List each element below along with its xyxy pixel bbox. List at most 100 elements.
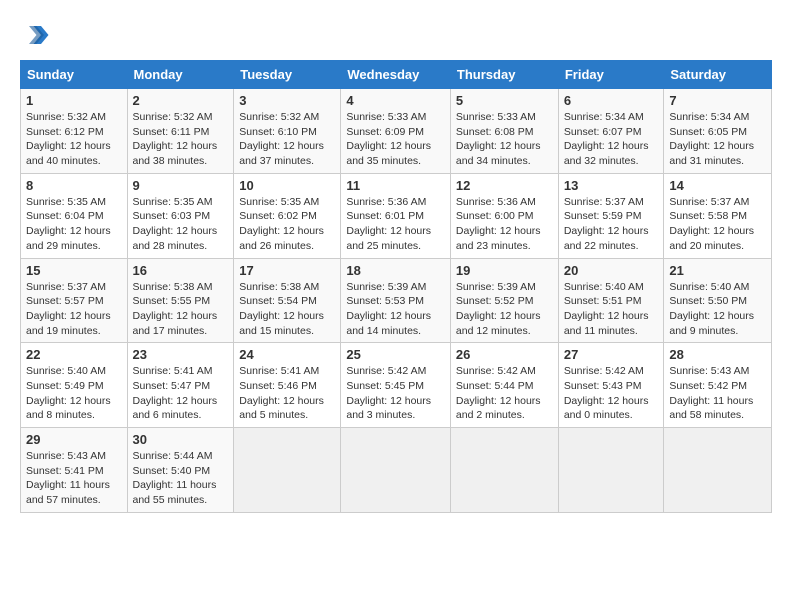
day-info: Sunrise: 5:42 AMSunset: 5:43 PMDaylight:… bbox=[564, 364, 659, 423]
day-info: Sunrise: 5:36 AMSunset: 6:00 PMDaylight:… bbox=[456, 195, 553, 254]
calendar-cell: 16 Sunrise: 5:38 AMSunset: 5:55 PMDayligh… bbox=[127, 258, 234, 343]
calendar-cell bbox=[234, 428, 341, 513]
day-number: 3 bbox=[239, 93, 335, 108]
calendar-cell: 1 Sunrise: 5:32 AMSunset: 6:12 PMDaylight… bbox=[21, 89, 128, 174]
day-number: 1 bbox=[26, 93, 122, 108]
day-info: Sunrise: 5:38 AMSunset: 5:55 PMDaylight:… bbox=[133, 280, 229, 339]
day-info: Sunrise: 5:34 AMSunset: 6:07 PMDaylight:… bbox=[564, 110, 659, 169]
calendar-cell: 13 Sunrise: 5:37 AMSunset: 5:59 PMDayligh… bbox=[558, 173, 664, 258]
day-header-sunday: Sunday bbox=[21, 61, 128, 89]
calendar-table: SundayMondayTuesdayWednesdayThursdayFrid… bbox=[20, 60, 772, 513]
day-number: 14 bbox=[669, 178, 766, 193]
calendar-cell: 11 Sunrise: 5:36 AMSunset: 6:01 PMDayligh… bbox=[341, 173, 451, 258]
day-number: 17 bbox=[239, 263, 335, 278]
calendar-week-row: 22 Sunrise: 5:40 AMSunset: 5:49 PMDayligh… bbox=[21, 343, 772, 428]
calendar-cell: 7 Sunrise: 5:34 AMSunset: 6:05 PMDaylight… bbox=[664, 89, 772, 174]
day-number: 6 bbox=[564, 93, 659, 108]
day-number: 7 bbox=[669, 93, 766, 108]
day-number: 9 bbox=[133, 178, 229, 193]
day-info: Sunrise: 5:33 AMSunset: 6:08 PMDaylight:… bbox=[456, 110, 553, 169]
day-number: 8 bbox=[26, 178, 122, 193]
calendar-cell: 27 Sunrise: 5:42 AMSunset: 5:43 PMDayligh… bbox=[558, 343, 664, 428]
day-info: Sunrise: 5:35 AMSunset: 6:04 PMDaylight:… bbox=[26, 195, 122, 254]
day-info: Sunrise: 5:36 AMSunset: 6:01 PMDaylight:… bbox=[346, 195, 445, 254]
calendar-cell: 22 Sunrise: 5:40 AMSunset: 5:49 PMDayligh… bbox=[21, 343, 128, 428]
calendar-cell: 21 Sunrise: 5:40 AMSunset: 5:50 PMDayligh… bbox=[664, 258, 772, 343]
calendar-cell: 20Sunrise: 5:40 AMSunset: 5:51 PMDayligh… bbox=[558, 258, 664, 343]
day-number: 26 bbox=[456, 347, 553, 362]
day-info: Sunrise: 5:35 AMSunset: 6:03 PMDaylight:… bbox=[133, 195, 229, 254]
calendar-cell: 6 Sunrise: 5:34 AMSunset: 6:07 PMDaylight… bbox=[558, 89, 664, 174]
day-number: 23 bbox=[133, 347, 229, 362]
calendar-cell: 9 Sunrise: 5:35 AMSunset: 6:03 PMDaylight… bbox=[127, 173, 234, 258]
day-number: 29 bbox=[26, 432, 122, 447]
calendar-cell: 25 Sunrise: 5:42 AMSunset: 5:45 PMDayligh… bbox=[341, 343, 451, 428]
day-number: 19 bbox=[456, 263, 553, 278]
day-number: 27 bbox=[564, 347, 659, 362]
day-info: Sunrise: 5:32 AMSunset: 6:10 PMDaylight:… bbox=[239, 110, 335, 169]
day-info: Sunrise: 5:40 AMSunset: 5:49 PMDaylight:… bbox=[26, 364, 122, 423]
day-info: Sunrise: 5:32 AMSunset: 6:11 PMDaylight:… bbox=[133, 110, 229, 169]
day-info: Sunrise: 5:37 AMSunset: 5:59 PMDaylight:… bbox=[564, 195, 659, 254]
day-info: Sunrise: 5:43 AMSunset: 5:41 PMDaylight:… bbox=[26, 449, 122, 508]
day-number: 11 bbox=[346, 178, 445, 193]
day-number: 22 bbox=[26, 347, 122, 362]
calendar-week-row: 29 Sunrise: 5:43 AMSunset: 5:41 PMDayligh… bbox=[21, 428, 772, 513]
day-number: 2 bbox=[133, 93, 229, 108]
calendar-cell: 8 Sunrise: 5:35 AMSunset: 6:04 PMDaylight… bbox=[21, 173, 128, 258]
day-number: 15 bbox=[26, 263, 122, 278]
day-info: Sunrise: 5:34 AMSunset: 6:05 PMDaylight:… bbox=[669, 110, 766, 169]
page-header bbox=[20, 20, 772, 50]
day-info: Sunrise: 5:40 AMSunset: 5:51 PMDaylight:… bbox=[564, 280, 659, 339]
calendar-cell: 19Sunrise: 5:39 AMSunset: 5:52 PMDayligh… bbox=[450, 258, 558, 343]
calendar-week-row: 8 Sunrise: 5:35 AMSunset: 6:04 PMDaylight… bbox=[21, 173, 772, 258]
day-info: Sunrise: 5:35 AMSunset: 6:02 PMDaylight:… bbox=[239, 195, 335, 254]
calendar-cell: 17 Sunrise: 5:38 AMSunset: 5:54 PMDayligh… bbox=[234, 258, 341, 343]
day-number: 4 bbox=[346, 93, 445, 108]
calendar-cell: 30 Sunrise: 5:44 AMSunset: 5:40 PMDayligh… bbox=[127, 428, 234, 513]
day-info: Sunrise: 5:42 AMSunset: 5:44 PMDaylight:… bbox=[456, 364, 553, 423]
day-info: Sunrise: 5:40 AMSunset: 5:50 PMDaylight:… bbox=[669, 280, 766, 339]
day-info: Sunrise: 5:41 AMSunset: 5:47 PMDaylight:… bbox=[133, 364, 229, 423]
calendar-cell: 29 Sunrise: 5:43 AMSunset: 5:41 PMDayligh… bbox=[21, 428, 128, 513]
calendar-week-row: 1 Sunrise: 5:32 AMSunset: 6:12 PMDaylight… bbox=[21, 89, 772, 174]
logo-icon bbox=[20, 20, 50, 50]
calendar-week-row: 15 Sunrise: 5:37 AMSunset: 5:57 PMDayligh… bbox=[21, 258, 772, 343]
calendar-cell: 26 Sunrise: 5:42 AMSunset: 5:44 PMDayligh… bbox=[450, 343, 558, 428]
calendar-cell: 4 Sunrise: 5:33 AMSunset: 6:09 PMDaylight… bbox=[341, 89, 451, 174]
day-header-thursday: Thursday bbox=[450, 61, 558, 89]
calendar-cell: 24 Sunrise: 5:41 AMSunset: 5:46 PMDayligh… bbox=[234, 343, 341, 428]
day-info: Sunrise: 5:37 AMSunset: 5:58 PMDaylight:… bbox=[669, 195, 766, 254]
day-info: Sunrise: 5:33 AMSunset: 6:09 PMDaylight:… bbox=[346, 110, 445, 169]
day-info: Sunrise: 5:37 AMSunset: 5:57 PMDaylight:… bbox=[26, 280, 122, 339]
day-number: 16 bbox=[133, 263, 229, 278]
calendar-cell bbox=[450, 428, 558, 513]
day-number: 25 bbox=[346, 347, 445, 362]
day-number: 28 bbox=[669, 347, 766, 362]
day-info: Sunrise: 5:44 AMSunset: 5:40 PMDaylight:… bbox=[133, 449, 229, 508]
day-info: Sunrise: 5:39 AMSunset: 5:53 PMDaylight:… bbox=[346, 280, 445, 339]
day-number: 10 bbox=[239, 178, 335, 193]
day-header-monday: Monday bbox=[127, 61, 234, 89]
day-info: Sunrise: 5:42 AMSunset: 5:45 PMDaylight:… bbox=[346, 364, 445, 423]
day-header-friday: Friday bbox=[558, 61, 664, 89]
calendar-cell bbox=[341, 428, 451, 513]
day-info: Sunrise: 5:38 AMSunset: 5:54 PMDaylight:… bbox=[239, 280, 335, 339]
day-number: 5 bbox=[456, 93, 553, 108]
day-number: 21 bbox=[669, 263, 766, 278]
day-number: 24 bbox=[239, 347, 335, 362]
calendar-cell: 15 Sunrise: 5:37 AMSunset: 5:57 PMDayligh… bbox=[21, 258, 128, 343]
day-info: Sunrise: 5:43 AMSunset: 5:42 PMDaylight:… bbox=[669, 364, 766, 423]
day-info: Sunrise: 5:32 AMSunset: 6:12 PMDaylight:… bbox=[26, 110, 122, 169]
calendar-cell: 10 Sunrise: 5:35 AMSunset: 6:02 PMDayligh… bbox=[234, 173, 341, 258]
calendar-header-row: SundayMondayTuesdayWednesdayThursdayFrid… bbox=[21, 61, 772, 89]
day-header-tuesday: Tuesday bbox=[234, 61, 341, 89]
calendar-cell bbox=[558, 428, 664, 513]
calendar-cell: 2 Sunrise: 5:32 AMSunset: 6:11 PMDaylight… bbox=[127, 89, 234, 174]
day-number: 13 bbox=[564, 178, 659, 193]
day-number: 18 bbox=[346, 263, 445, 278]
day-info: Sunrise: 5:41 AMSunset: 5:46 PMDaylight:… bbox=[239, 364, 335, 423]
day-number: 30 bbox=[133, 432, 229, 447]
day-header-wednesday: Wednesday bbox=[341, 61, 451, 89]
calendar-cell: 28 Sunrise: 5:43 AMSunset: 5:42 PMDayligh… bbox=[664, 343, 772, 428]
